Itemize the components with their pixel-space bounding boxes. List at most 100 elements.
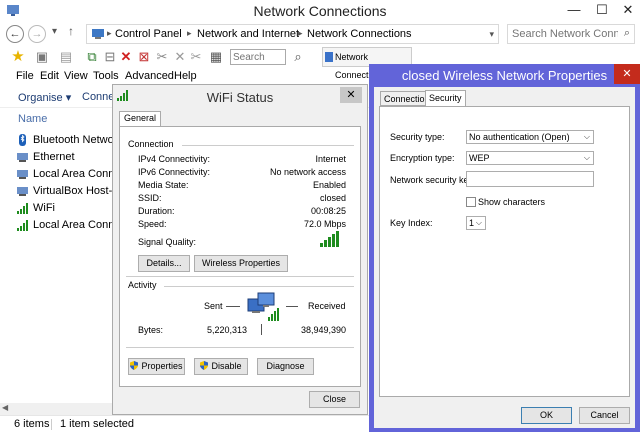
diagnose-button[interactable]: Diagnose — [257, 358, 314, 375]
back-button[interactable]: ← — [6, 25, 24, 43]
network-key-input[interactable] — [466, 171, 594, 187]
organise-button[interactable]: Organise ▾ — [18, 91, 71, 104]
window-close-button[interactable]: ✕ — [614, 0, 640, 20]
ok-button[interactable]: OK — [521, 407, 572, 424]
wireless-properties-close-button[interactable]: ✕ — [614, 64, 640, 84]
media-state-label: Media State: — [138, 180, 189, 190]
signal-quality-bars-icon — [320, 231, 339, 247]
key-index-select[interactable]: 1 ⌵ — [466, 216, 486, 230]
minimize-button[interactable]: — — [560, 0, 588, 20]
properties-button[interactable]: Properties — [128, 358, 185, 375]
views-icon[interactable]: ▣ — [34, 49, 50, 65]
address-bar[interactable]: ▸ Control Panel ▸ Network and Internet ▸… — [86, 24, 499, 44]
window-title: Network Connections — [253, 3, 387, 19]
wireless-properties-dialog: closed Wireless Network Properties ✕ Con… — [369, 64, 640, 432]
breadcrumb-separator: ▸ — [298, 28, 303, 38]
connect-to-button[interactable]: Conne — [82, 91, 114, 103]
security-panel: Security type: No authentication (Open) … — [379, 106, 630, 397]
delete-folder-icon[interactable]: ⊠ — [136, 49, 152, 65]
navigation-bar: ← → ▾ ↑ ▸ Control Panel ▸ Network and In… — [0, 22, 640, 46]
up-button[interactable]: ↑ — [68, 24, 74, 38]
chevron-down-icon: ⌵ — [583, 153, 590, 162]
cut-icon[interactable]: ✂ — [154, 49, 170, 65]
encryption-type-label: Encryption type: — [390, 153, 455, 163]
view-options-icon[interactable]: ▦ — [208, 49, 224, 65]
menu-advanced[interactable]: Advanced — [125, 70, 174, 82]
toolbar-search-icon[interactable]: ⌕ — [290, 49, 306, 65]
breadcrumb-network-internet[interactable]: Network and Internet — [197, 28, 299, 40]
disable-button[interactable]: Disable — [194, 358, 248, 375]
search-box[interactable]: ⌕ — [507, 24, 635, 44]
wireless-properties-button[interactable]: Wireless Properties — [194, 255, 288, 272]
show-characters-checkbox[interactable] — [466, 197, 476, 207]
list-item-local-area-1[interactable]: Local Area Connec — [14, 166, 112, 183]
signal-quality-label: Signal Quality: — [138, 237, 197, 247]
sent-dash — [226, 306, 240, 307]
cancel-button[interactable]: Cancel — [579, 407, 630, 424]
column-header-name[interactable]: Name — [0, 110, 112, 128]
menu-tools[interactable]: Tools — [93, 70, 119, 82]
forward-button[interactable]: → — [28, 25, 46, 43]
list-item-local-area-2[interactable]: Local Area Connec — [14, 217, 112, 234]
delete-icon[interactable]: ✕ — [118, 49, 134, 65]
list-item-wifi[interactable]: WiFi — [14, 200, 112, 217]
search-input[interactable] — [508, 25, 618, 43]
wifi-status-close-button[interactable]: ✕ — [340, 87, 362, 103]
speed-value: 72.0 Mbps — [303, 219, 346, 229]
toolbar-search-box[interactable] — [230, 49, 286, 65]
chevron-down-icon: ⌵ — [475, 218, 482, 227]
tab-general[interactable]: General — [119, 111, 162, 127]
connection-divider — [182, 145, 354, 146]
horizontal-scrollbar[interactable]: ◀ — [0, 403, 112, 415]
details-button[interactable]: Details... — [138, 255, 190, 272]
maximize-button[interactable]: ☐ — [588, 0, 616, 20]
folders-icon[interactable]: ▤ — [58, 49, 74, 65]
menu-help[interactable]: Help — [174, 70, 197, 82]
menu-edit[interactable]: Edit — [40, 70, 59, 82]
bytes-label: Bytes: — [138, 325, 164, 335]
bytes-sent-value: 5,220,313 — [206, 325, 247, 335]
show-characters-label[interactable]: Show characters — [478, 197, 545, 207]
breadcrumb-control-panel[interactable]: Control Panel — [115, 28, 182, 40]
security-type-value: No authentication (Open) — [469, 132, 570, 142]
encryption-type-value: WEP — [469, 153, 490, 163]
network-adapter-icon — [17, 187, 28, 196]
scroll-left-icon[interactable]: ◀ — [2, 403, 8, 412]
connection-list: Bluetooth Network Ethernet Local Area Co… — [14, 132, 112, 234]
menu-file[interactable]: File — [16, 70, 34, 82]
breadcrumb-separator: ▸ — [187, 28, 192, 38]
paste-icon[interactable]: ✂ — [188, 49, 204, 65]
list-item-bluetooth[interactable]: Bluetooth Network — [14, 132, 112, 149]
list-item-virtualbox[interactable]: VirtualBox Host-Or — [14, 183, 112, 200]
toolbar-search-input[interactable] — [231, 50, 283, 64]
network-adapter-icon — [17, 170, 28, 179]
ssid-value: closed — [319, 193, 346, 203]
list-item-ethernet[interactable]: Ethernet — [14, 149, 112, 166]
menu-view[interactable]: View — [64, 70, 88, 82]
map-drive-icon[interactable]: ⧉ — [84, 49, 100, 65]
security-type-select[interactable]: No authentication (Open) ⌵ — [466, 130, 594, 144]
ipv6-value: No network access — [269, 167, 346, 177]
tab-security[interactable]: Security — [425, 90, 466, 107]
network-adapter-icon — [17, 153, 28, 162]
status-selected-count: 1 item selected — [60, 418, 134, 430]
address-dropdown-icon[interactable]: ▾ — [489, 29, 494, 40]
favorites-star-icon[interactable]: ★ — [10, 49, 26, 65]
encryption-type-select[interactable]: WEP ⌵ — [466, 151, 594, 165]
wifi-status-panel: Connection IPv4 Connectivity: Internet I… — [119, 126, 361, 387]
status-divider — [51, 419, 52, 430]
chevron-down-icon: ⌵ — [583, 132, 590, 141]
copy-icon[interactable]: ✕ — [172, 49, 188, 65]
wifi-status-dialog: WiFi Status ✕ General Connection IPv4 Co… — [112, 84, 368, 415]
control-panel-icon — [92, 29, 104, 39]
close-button[interactable]: Close — [309, 391, 360, 408]
recent-locations-button[interactable]: ▾ — [52, 26, 57, 37]
security-type-label: Security type: — [390, 132, 445, 142]
breadcrumb-network-connections[interactable]: Network Connections — [307, 28, 412, 40]
key-index-value: 1 — [469, 218, 475, 228]
disconnect-drive-icon[interactable]: ⊟ — [102, 49, 118, 65]
ipv4-label: IPv4 Connectivity: — [138, 154, 211, 164]
sent-label: Sent — [204, 301, 223, 311]
search-icon[interactable]: ⌕ — [624, 27, 630, 40]
media-state-value: Enabled — [312, 180, 346, 190]
